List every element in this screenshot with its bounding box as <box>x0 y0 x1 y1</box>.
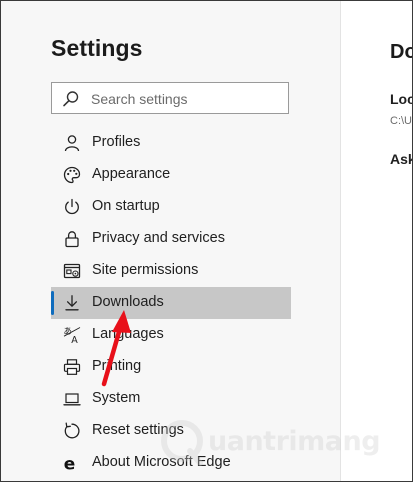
reset-icon <box>64 422 80 439</box>
sidebar-item-downloads[interactable]: Downloads <box>51 287 291 319</box>
sidebar-item-label: System <box>92 390 141 406</box>
sidebar-item-profiles[interactable]: Profiles <box>51 127 293 159</box>
main-panel: Do Loc C:\U Ask <box>341 1 412 481</box>
settings-window: Settings Search settings Profiles Appear… <box>0 0 413 482</box>
laptop-icon <box>63 393 81 406</box>
search-icon <box>63 91 79 107</box>
languages-icon: あ A <box>64 327 81 344</box>
power-icon <box>65 198 79 215</box>
watermark-text: uantrimang <box>208 426 381 457</box>
location-label: Loc <box>390 91 412 107</box>
sidebar-item-label: Printing <box>92 358 142 374</box>
sidebar-item-label: Profiles <box>92 134 141 150</box>
search-input[interactable]: Search settings <box>51 82 289 114</box>
site-permissions-icon <box>63 263 81 279</box>
edge-logo-icon: e <box>64 455 76 473</box>
sidebar-item-label: Appearance <box>92 166 171 182</box>
svg-text:e: e <box>64 455 76 473</box>
download-icon <box>65 295 79 311</box>
sidebar-item-printing[interactable]: Printing <box>51 351 293 383</box>
location-path: C:\U <box>390 115 412 127</box>
sidebar: Settings Search settings Profiles Appear… <box>1 1 340 481</box>
sidebar-item-label: Downloads <box>92 294 164 310</box>
sidebar-item-label: On startup <box>92 198 160 214</box>
person-icon <box>64 135 80 152</box>
ask-label: Ask <box>390 151 412 167</box>
sidebar-item-label: Languages <box>92 326 164 342</box>
sidebar-item-on-startup[interactable]: On startup <box>51 191 293 223</box>
watermark: uantrimang <box>156 413 381 469</box>
watermark-logo-icon <box>161 420 203 466</box>
sidebar-item-label: Privacy and services <box>92 230 225 246</box>
downloads-heading: Do <box>390 41 412 63</box>
page-title: Settings <box>51 35 143 61</box>
search-placeholder: Search settings <box>91 91 188 107</box>
sidebar-item-system[interactable]: System <box>51 383 293 415</box>
palette-icon <box>63 166 81 184</box>
svg-text:A: A <box>71 335 78 344</box>
sidebar-item-languages[interactable]: あ A Languages <box>51 319 293 351</box>
sidebar-item-privacy[interactable]: Privacy and services <box>51 223 293 255</box>
printer-icon <box>63 359 81 375</box>
sidebar-item-label: Site permissions <box>92 262 199 278</box>
sidebar-item-appearance[interactable]: Appearance <box>51 159 293 191</box>
lock-icon <box>65 231 79 248</box>
sidebar-item-site-permissions[interactable]: Site permissions <box>51 255 293 287</box>
